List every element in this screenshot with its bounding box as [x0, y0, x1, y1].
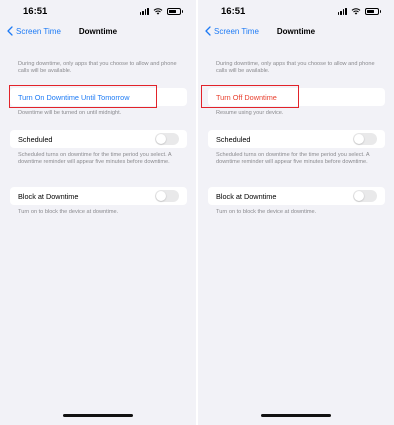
block-footer-text: Turn on to block the device at downtime. [18, 209, 119, 215]
turn-off-downtime-button[interactable]: Turn Off Downtime [208, 88, 385, 106]
status-bar: 16:51 [0, 5, 196, 19]
scheduled-footer-text: Scheduled turns on downtime for the time… [216, 152, 370, 166]
scheduled-footer-text: Scheduled turns on downtime for the time… [18, 152, 172, 166]
battery-icon [167, 7, 183, 15]
cellular-signal-icon [337, 7, 347, 15]
block-at-downtime-toggle[interactable] [353, 190, 377, 202]
home-indicator [261, 414, 331, 417]
action-footer-text: Downtime will be turned on until midnigh… [18, 110, 122, 116]
page-title: Downtime [276, 27, 316, 36]
block-at-downtime-label: Block at Downtime [216, 191, 277, 201]
navigation-bar: Screen Time Downtime [0, 26, 196, 40]
status-time: 16:51 [221, 6, 246, 17]
block-at-downtime-row: Block at Downtime [208, 187, 385, 205]
scheduled-label: Scheduled [18, 134, 53, 144]
status-icons [337, 7, 381, 15]
cellular-signal-icon [139, 7, 149, 15]
action-footer-text: Resume using your device. [216, 110, 284, 116]
status-time: 16:51 [23, 6, 48, 17]
screen-downtime-on: 16:51 Screen Time Downtime During downti… [198, 0, 394, 425]
wifi-icon [351, 8, 361, 15]
status-icons [139, 7, 183, 15]
scheduled-toggle[interactable] [155, 133, 179, 145]
scheduled-toggle[interactable] [353, 133, 377, 145]
status-bar: 16:51 [198, 5, 394, 19]
downtime-intro-text: During downtime, only apps that you choo… [18, 61, 177, 75]
battery-icon [365, 7, 381, 15]
block-footer-text: Turn on to block the device at downtime. [216, 209, 317, 215]
downtime-intro-text: During downtime, only apps that you choo… [216, 61, 375, 75]
turn-on-downtime-button[interactable]: Turn On Downtime Until Tomorrow [10, 88, 187, 106]
scheduled-label: Scheduled [216, 134, 251, 144]
screen-downtime-off: 16:51 Screen Time Downtime During downti… [0, 0, 196, 425]
scheduled-row: Scheduled [208, 130, 385, 148]
wifi-icon [153, 8, 163, 15]
block-at-downtime-row: Block at Downtime [10, 187, 187, 205]
scheduled-row: Scheduled [10, 130, 187, 148]
block-at-downtime-toggle[interactable] [155, 190, 179, 202]
block-at-downtime-label: Block at Downtime [18, 191, 79, 201]
page-title: Downtime [78, 27, 118, 36]
home-indicator [63, 414, 133, 417]
navigation-bar: Screen Time Downtime [198, 26, 394, 40]
